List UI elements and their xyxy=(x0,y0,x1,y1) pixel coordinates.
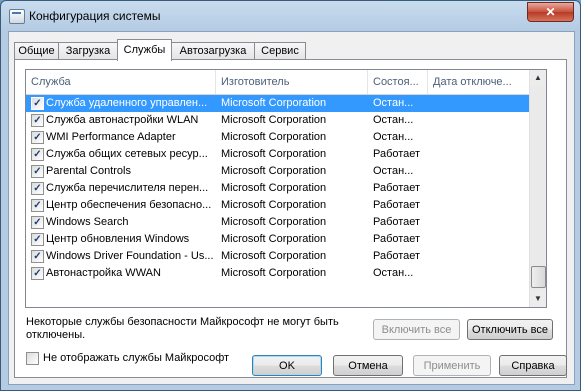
list-rows: ✓ Служба удаленного управлен... Microsof… xyxy=(26,95,531,282)
service-name: Windows Driver Foundation - Us... xyxy=(46,250,214,262)
table-row[interactable]: ✓ Центр обновления Windows Microsoft Cor… xyxy=(26,231,531,248)
system-config-window: Конфигурация системы ✕ Общие Загрузка Сл… xyxy=(0,0,581,391)
service-status: Остан... xyxy=(373,131,414,143)
service-checkbox[interactable]: ✓ xyxy=(31,165,44,178)
service-vendor: Microsoft Corporation xyxy=(221,199,327,211)
services-list[interactable]: Служба Изготовитель Состоя... Дата отклю… xyxy=(25,69,547,308)
help-button[interactable]: Справка xyxy=(499,355,567,376)
service-checkbox[interactable]: ✓ xyxy=(31,250,44,263)
scroll-up-arrow-icon[interactable]: ▲ xyxy=(530,70,546,86)
service-status: Работает xyxy=(373,148,421,160)
service-name: WMI Performance Adapter xyxy=(46,131,176,143)
service-checkbox[interactable]: ✓ xyxy=(31,267,44,280)
column-header-manufacturer[interactable]: Изготовитель xyxy=(216,70,368,94)
service-vendor: Microsoft Corporation xyxy=(221,250,327,262)
service-name: Служба общих сетевых ресур... xyxy=(46,148,208,160)
service-vendor: Microsoft Corporation xyxy=(221,148,327,160)
service-name: Центр обновления Windows xyxy=(46,233,190,245)
service-vendor: Microsoft Corporation xyxy=(221,97,327,109)
column-header-date-disabled[interactable]: Дата отключе... xyxy=(428,70,531,94)
hide-ms-services-label: Не отображать службы Майкрософт xyxy=(43,352,230,364)
service-checkbox[interactable]: ✓ xyxy=(31,233,44,246)
service-date xyxy=(433,146,528,163)
scroll-thumb[interactable] xyxy=(531,266,546,288)
service-date xyxy=(433,265,528,282)
close-button[interactable]: ✕ xyxy=(527,2,574,22)
tab-boot[interactable]: Загрузка xyxy=(58,42,118,60)
service-name: Автонастройка WWAN xyxy=(46,267,161,279)
service-status: Работает xyxy=(373,182,421,194)
hide-ms-services-checkbox[interactable] xyxy=(26,352,39,365)
table-row[interactable]: ✓ Служба перечислителя перен... Microsof… xyxy=(26,180,531,197)
msconfig-app-icon xyxy=(9,9,25,24)
service-checkbox[interactable]: ✓ xyxy=(31,131,44,144)
table-row[interactable]: ✓ Windows Search Microsoft Corporation Р… xyxy=(26,214,531,231)
disable-all-button[interactable]: Отключить все xyxy=(467,319,553,340)
ok-button[interactable]: OK xyxy=(252,355,322,376)
apply-button[interactable]: Применить xyxy=(413,355,491,376)
service-date xyxy=(433,95,528,112)
service-date xyxy=(433,214,528,231)
service-date xyxy=(433,129,528,146)
window-title: Конфигурация системы xyxy=(29,9,161,23)
service-status: Остан... xyxy=(373,267,414,279)
list-header: Служба Изготовитель Состоя... Дата отклю… xyxy=(26,70,531,95)
table-row[interactable]: ✓ Автонастройка WWAN Microsoft Corporati… xyxy=(26,265,531,282)
service-status: Остан... xyxy=(373,97,414,109)
table-row[interactable]: ✓ Parental Controls Microsoft Corporatio… xyxy=(26,163,531,180)
table-row[interactable]: ✓ Центр обеспечения безопасно... Microso… xyxy=(26,197,531,214)
dialog-client-area: Общие Загрузка Службы Автозагрузка Серви… xyxy=(8,31,575,385)
service-name: Parental Controls xyxy=(46,165,131,177)
security-services-note: Некоторые службы безопасности Майкрософт… xyxy=(26,316,339,341)
service-status: Работает xyxy=(373,199,421,211)
service-date xyxy=(433,197,528,214)
service-date xyxy=(433,163,528,180)
service-status: Работает xyxy=(373,233,421,245)
service-name: Служба удаленного управлен... xyxy=(46,97,208,109)
service-vendor: Microsoft Corporation xyxy=(221,233,327,245)
service-name: Windows Search xyxy=(46,216,129,228)
service-name: Центр обеспечения безопасно... xyxy=(46,199,212,211)
services-panel: Служба Изготовитель Состоя... Дата отклю… xyxy=(14,59,567,378)
service-vendor: Microsoft Corporation xyxy=(221,114,327,126)
service-status: Остан... xyxy=(373,114,414,126)
service-vendor: Microsoft Corporation xyxy=(221,165,327,177)
cancel-button[interactable]: Отмена xyxy=(333,355,403,376)
column-header-service[interactable]: Служба xyxy=(26,70,216,94)
service-name: Служба автонастройки WLAN xyxy=(46,114,199,126)
service-vendor: Microsoft Corporation xyxy=(221,131,327,143)
service-checkbox[interactable]: ✓ xyxy=(31,182,44,195)
service-status: Работает xyxy=(373,216,421,228)
service-checkbox[interactable]: ✓ xyxy=(31,114,44,127)
title-bar[interactable]: Конфигурация системы ✕ xyxy=(1,1,580,31)
table-row[interactable]: ✓ Служба удаленного управлен... Microsof… xyxy=(26,95,531,112)
service-checkbox[interactable]: ✓ xyxy=(31,199,44,212)
tab-general[interactable]: Общие xyxy=(14,42,59,60)
service-vendor: Microsoft Corporation xyxy=(221,216,327,228)
tab-startup[interactable]: Автозагрузка xyxy=(171,42,255,60)
service-date xyxy=(433,112,528,129)
service-checkbox[interactable]: ✓ xyxy=(31,216,44,229)
tab-tools[interactable]: Сервис xyxy=(254,42,306,60)
table-row[interactable]: ✓ Служба общих сетевых ресур... Microsof… xyxy=(26,146,531,163)
tab-services[interactable]: Службы xyxy=(117,39,172,61)
service-status: Остан... xyxy=(373,165,414,177)
service-date xyxy=(433,180,528,197)
service-checkbox[interactable]: ✓ xyxy=(31,148,44,161)
service-status: Работает xyxy=(373,250,421,262)
table-row[interactable]: ✓ WMI Performance Adapter Microsoft Corp… xyxy=(26,129,531,146)
service-vendor: Microsoft Corporation xyxy=(221,267,327,279)
scroll-down-arrow-icon[interactable]: ▼ xyxy=(530,291,546,307)
service-checkbox[interactable]: ✓ xyxy=(31,97,44,110)
table-row[interactable]: ✓ Windows Driver Foundation - Us... Micr… xyxy=(26,248,531,265)
column-header-status[interactable]: Состоя... xyxy=(368,70,428,94)
service-name: Служба перечислителя перен... xyxy=(46,182,209,194)
service-date xyxy=(433,231,528,248)
table-row[interactable]: ✓ Служба автонастройки WLAN Microsoft Co… xyxy=(26,112,531,129)
service-date xyxy=(433,248,528,265)
enable-all-button[interactable]: Включить все xyxy=(373,319,460,340)
vertical-scrollbar[interactable]: ▲ ▼ xyxy=(529,70,546,307)
service-vendor: Microsoft Corporation xyxy=(221,182,327,194)
